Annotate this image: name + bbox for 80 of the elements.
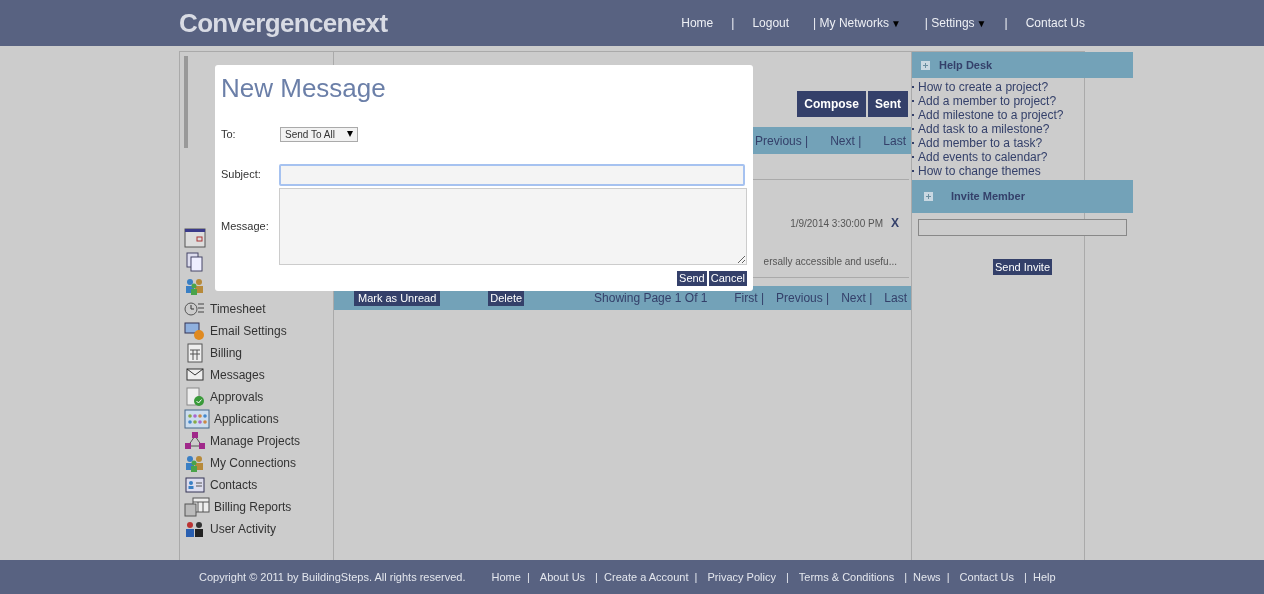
- people-icon: [184, 519, 206, 539]
- page-info: Showing Page 1 Of 1: [594, 290, 708, 307]
- sidebar-item[interactable]: Timesheet: [210, 300, 266, 318]
- nav-link[interactable]: | My Networks: [813, 14, 889, 32]
- help-question-link[interactable]: Add milestone to a project?: [918, 108, 1064, 122]
- pager-link[interactable]: Previous |: [776, 289, 830, 307]
- expand-icon[interactable]: [924, 192, 933, 201]
- sidebar-item[interactable]: Email Settings: [210, 322, 287, 340]
- footer-link[interactable]: |: [785, 568, 789, 586]
- nav-separator: |: [1004, 15, 1008, 32]
- sidebar-item[interactable]: Messages: [210, 366, 265, 384]
- footer-link[interactable]: About Us: [539, 568, 586, 586]
- expand-icon[interactable]: [921, 60, 930, 70]
- caret-icon[interactable]: ▼: [890, 15, 901, 31]
- caret-icon[interactable]: ▼: [976, 15, 987, 31]
- sidebar-item[interactable]: Manage Projects: [210, 432, 301, 450]
- sidebar-item[interactable]: Billing Reports: [214, 498, 292, 516]
- footer-link[interactable]: Privacy Policy: [707, 568, 776, 586]
- nav-link[interactable]: Contact Us: [1025, 14, 1085, 32]
- inbox-action-button[interactable]: Compose: [797, 91, 866, 117]
- footer-link[interactable]: | Create a Account |: [595, 568, 698, 586]
- subject-field[interactable]: [279, 163, 745, 186]
- field-label: Message:: [221, 218, 270, 234]
- footer-link[interactable]: Home |: [491, 568, 530, 586]
- pager-link[interactable]: Last: [884, 289, 907, 307]
- help-question-link[interactable]: Add events to calendar?: [918, 150, 1048, 164]
- delete-message-button[interactable]: X: [891, 214, 899, 232]
- footer-link[interactable]: Contact Us: [959, 568, 1014, 586]
- message-preview: ersally accessible and usefu...: [763, 255, 897, 269]
- sidebar-item[interactable]: Contacts: [210, 476, 258, 494]
- contact-card-icon: [184, 475, 206, 495]
- help-question-link[interactable]: Add member to a task?: [918, 136, 1043, 150]
- calendar-icon: [184, 228, 206, 248]
- nav-link[interactable]: Logout: [752, 14, 790, 32]
- inbox-action-button[interactable]: Sent: [868, 91, 908, 117]
- invite-email-field[interactable]: [918, 219, 1127, 236]
- help-question-link[interactable]: How to change themes: [918, 164, 1041, 178]
- site-logo[interactable]: Convergencenext: [179, 3, 388, 43]
- nav-link[interactable]: | Settings: [924, 14, 975, 32]
- field-label: To:: [221, 127, 237, 142]
- field-label: Subject:: [221, 167, 262, 183]
- clock-list-icon: [184, 299, 206, 319]
- calculator-table-icon: [184, 497, 210, 517]
- dialog-button[interactable]: Cancel: [708, 270, 747, 286]
- people-icon: [184, 276, 206, 296]
- message-date: 1/9/2014 3:30:00 PM: [790, 216, 883, 231]
- footer-link[interactable]: | News |: [904, 568, 950, 586]
- pager-link[interactable]: Next |: [841, 289, 873, 307]
- recipient-dropdown[interactable]: Send To All: [280, 126, 358, 142]
- sidebar-item[interactable]: My Connections: [210, 454, 297, 472]
- pager-link[interactable]: Next |: [830, 131, 862, 150]
- sidebar-item[interactable]: Applications: [214, 410, 279, 428]
- pager-link[interactable]: Previous |: [755, 131, 809, 150]
- ledger-icon: [184, 343, 206, 363]
- envelope-gear-icon: [184, 321, 206, 341]
- network-icon: [184, 431, 206, 451]
- app-grid-icon: [184, 409, 210, 429]
- copyright-text: Copyright © 2011 by BuildingSteps. All rights reserved.: [199, 569, 466, 585]
- pager-link[interactable]: Last: [883, 131, 906, 150]
- panel-title: Invite Member: [951, 189, 1025, 205]
- documents-icon: [184, 252, 206, 272]
- help-question-link[interactable]: Add task to a milestone?: [918, 122, 1050, 136]
- people-icon: [184, 453, 206, 473]
- help-question-link[interactable]: Add a member to project?: [918, 94, 1057, 108]
- sidebar-item[interactable]: Billing: [210, 344, 242, 362]
- nav-link[interactable]: Home: [681, 14, 714, 32]
- nav-separator: |: [731, 15, 735, 32]
- send-invite-button[interactable]: Send Invite: [992, 259, 1052, 275]
- dialog-title: New Message: [221, 72, 387, 105]
- footer-link[interactable]: | Help: [1024, 568, 1056, 586]
- help-question-link[interactable]: How to create a project?: [918, 80, 1049, 94]
- sidebar-item[interactable]: Approvals: [210, 388, 264, 406]
- dialog-button[interactable]: Send: [677, 270, 707, 286]
- document-check-icon: [184, 387, 206, 407]
- pager-link[interactable]: First |: [734, 289, 765, 307]
- sidebar-item[interactable]: User Activity: [210, 520, 276, 538]
- message-field[interactable]: [278, 187, 747, 265]
- panel-title: Help Desk: [939, 57, 993, 73]
- footer-link[interactable]: Terms & Conditions: [798, 568, 895, 586]
- caret-icon: [346, 131, 353, 138]
